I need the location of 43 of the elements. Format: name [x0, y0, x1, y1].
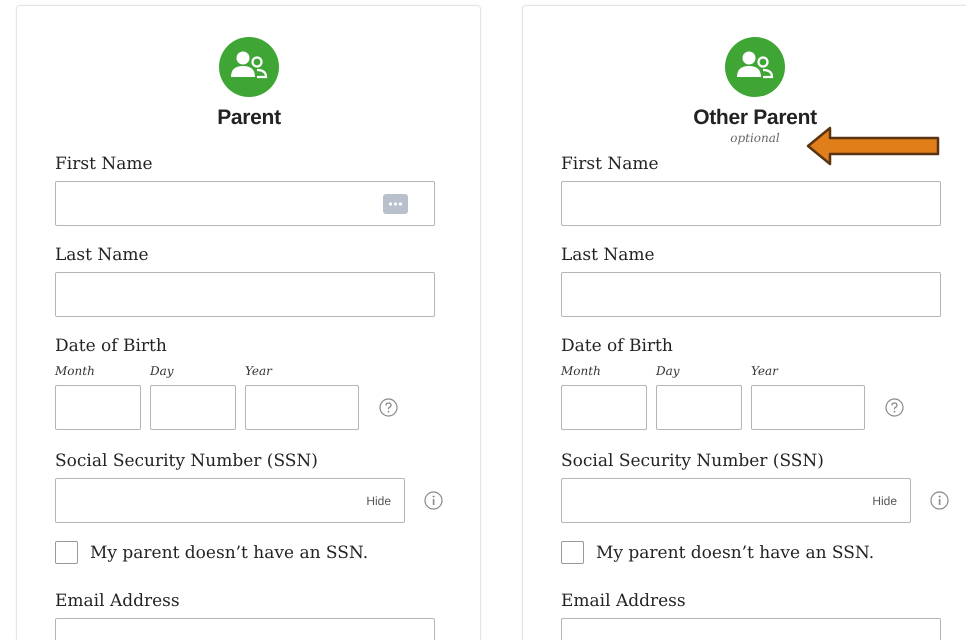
date-part-label: Year	[245, 363, 272, 379]
info-icon	[424, 491, 443, 510]
info-icon	[930, 491, 949, 510]
people-icon	[219, 37, 279, 97]
field-label: Social Security Number (SSN)	[55, 450, 318, 472]
date-part-label: Year	[751, 363, 778, 379]
date-field[interactable]	[55, 385, 141, 430]
help-icon	[379, 398, 398, 417]
field-label: Date of Birth	[55, 335, 167, 357]
card-title: Other Parent	[692, 106, 818, 130]
field-label: Email Address	[55, 590, 180, 612]
date-part-label: Month	[561, 363, 601, 379]
field-label: Email Address	[561, 590, 686, 612]
checkbox[interactable]	[55, 541, 78, 564]
text-field[interactable]	[561, 181, 941, 226]
date-field[interactable]	[751, 385, 865, 430]
ssn-field[interactable]: Hide	[55, 478, 405, 523]
field-label: Last Name	[561, 244, 655, 266]
help-icon	[885, 398, 904, 417]
hide-toggle[interactable]: Hide	[872, 492, 897, 510]
date-field[interactable]	[150, 385, 236, 430]
date-field[interactable]	[561, 385, 647, 430]
checkbox-label: My parent doesn’t have an SSN.	[596, 542, 874, 564]
date-field[interactable]	[245, 385, 359, 430]
field-label: Last Name	[55, 244, 149, 266]
text-field[interactable]	[55, 272, 435, 317]
card-title: Parent	[216, 106, 282, 130]
optional-note: optional	[729, 130, 781, 146]
field-label: First Name	[561, 153, 659, 175]
date-part-label: Month	[55, 363, 95, 379]
date-part-label: Day	[656, 363, 680, 379]
checkbox[interactable]	[561, 541, 584, 564]
text-field[interactable]	[561, 272, 941, 317]
people-icon	[725, 37, 785, 97]
text-field[interactable]	[55, 181, 435, 226]
hide-toggle[interactable]: Hide	[366, 492, 391, 510]
date-field[interactable]	[656, 385, 742, 430]
checkbox-label: My parent doesn’t have an SSN.	[90, 542, 368, 564]
date-part-label: Day	[150, 363, 174, 379]
field-label: First Name	[55, 153, 153, 175]
field-label: Social Security Number (SSN)	[561, 450, 824, 472]
ssn-field[interactable]: Hide	[561, 478, 911, 523]
field-label: Date of Birth	[561, 335, 673, 357]
